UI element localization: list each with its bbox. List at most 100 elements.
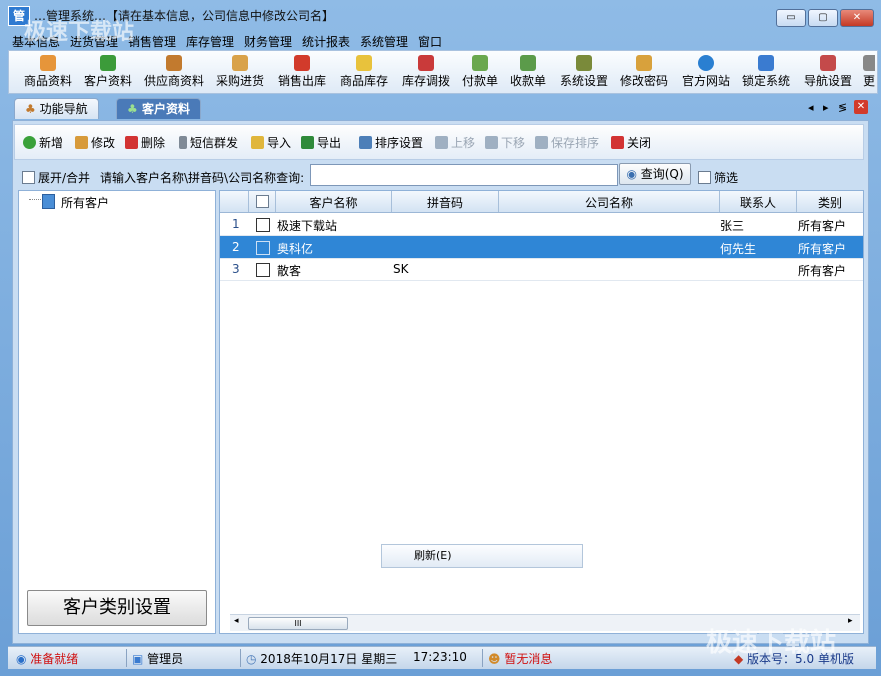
inventory-icon [356, 55, 372, 71]
row-number: 2 [232, 240, 240, 254]
row-checkbox[interactable] [256, 263, 270, 277]
toolbar-sales[interactable]: 销售出库 [277, 53, 327, 91]
toolbar-more[interactable]: 更 [863, 53, 875, 91]
context-menu-refresh[interactable]: 刷新(E) [414, 545, 452, 567]
cell-name: 散客 [277, 264, 302, 278]
tab-customer-info[interactable]: ♣ 客户资料 [116, 98, 201, 119]
customers-icon [100, 55, 116, 71]
select-all-checkbox[interactable] [256, 195, 269, 208]
save-sort-button[interactable]: 保存排序 [535, 134, 599, 151]
column-separator [248, 191, 249, 212]
move-down-button[interactable]: 下移 [485, 134, 525, 151]
truck-icon [232, 55, 248, 71]
query-button[interactable]: ◉ 查询(Q) [619, 163, 691, 185]
col-header-name[interactable]: 客户名称 [276, 194, 391, 211]
row-checkbox[interactable] [256, 218, 270, 232]
tab-prev-button[interactable]: ◂ [808, 101, 814, 114]
tab-close-button[interactable]: ✕ [854, 100, 868, 114]
filter-checkbox[interactable] [698, 171, 711, 184]
toolbar-transfer[interactable]: 库存调拨 [401, 53, 451, 91]
status-ready: ◉ 准备就绪 [16, 652, 79, 666]
status-separator [240, 649, 241, 667]
edit-icon [75, 136, 88, 149]
scroll-right-arrow[interactable]: ▸ [848, 616, 853, 626]
import-icon [251, 136, 264, 149]
sort-settings-icon [359, 136, 372, 149]
tab-bar: ♣ 功能导航 ♣ 客户资料 ◂ ▸ ≶ ✕ [8, 96, 876, 120]
toolbar-settings[interactable]: 系统设置 [559, 53, 609, 91]
expand-checkbox[interactable] [22, 171, 35, 184]
delete-button[interactable]: 删除 [125, 134, 165, 151]
toolbar-receipt[interactable]: 收款单 [509, 53, 547, 91]
row-checkbox[interactable] [256, 241, 270, 255]
menu-sales[interactable]: 销售管理 [128, 33, 176, 50]
status-separator [126, 649, 127, 667]
menu-inventory[interactable]: 库存管理 [186, 33, 234, 50]
menu-finance[interactable]: 财务管理 [244, 33, 292, 50]
category-settings-button[interactable]: 客户类别设置 [27, 590, 207, 626]
minimize-button[interactable]: ▭ [776, 9, 806, 27]
move-up-icon [435, 136, 448, 149]
grid-header: 客户名称 拼音码 公司名称 联系人 类别 [220, 191, 863, 213]
menu-window[interactable]: 窗口 [418, 33, 442, 50]
toolbar-purchase[interactable]: 采购进货 [215, 53, 265, 91]
col-header-contact[interactable]: 联系人 [720, 194, 796, 211]
tab-list-button[interactable]: ≶ [838, 101, 847, 114]
close-tab-button[interactable]: 关闭 [611, 134, 651, 151]
edit-button[interactable]: 修改 [75, 134, 115, 151]
key-icon [636, 55, 652, 71]
toolbar-payment[interactable]: 付款单 [461, 53, 499, 91]
status-messages[interactable]: ☻ 暂无消息 [488, 650, 552, 667]
save-sort-icon [535, 136, 548, 149]
toolbar-nav-settings[interactable]: 导航设置 [803, 53, 853, 91]
search-input[interactable] [310, 164, 618, 186]
filter-toggle[interactable]: 筛选 [698, 169, 738, 186]
table-row-selected[interactable]: 2 奥科亿 何先生 所有客户 [220, 236, 863, 259]
add-button[interactable]: 新增 [23, 134, 63, 151]
cell-name: 奥科亿 [277, 242, 314, 256]
tab-next-button[interactable]: ▸ [823, 101, 829, 114]
cell-contact: 张三 [720, 219, 745, 233]
menu-system[interactable]: 系统管理 [360, 33, 408, 50]
cell-category: 所有客户 [798, 219, 847, 233]
cell-category: 所有客户 [798, 242, 847, 256]
category-tree: 所有客户 客户类别设置 [18, 190, 216, 634]
tab-function-nav[interactable]: ♣ 功能导航 [14, 98, 99, 119]
delete-icon [125, 136, 138, 149]
cell-contact: 何先生 [720, 242, 757, 256]
user-icon: ▣ [132, 652, 148, 666]
toolbar-change-password[interactable]: 修改密码 [619, 53, 669, 91]
import-button[interactable]: 导入 [251, 134, 291, 151]
folder-icon [42, 194, 55, 209]
sms-icon [179, 136, 187, 149]
export-button[interactable]: 导出 [301, 134, 341, 151]
table-row[interactable]: 3 散客 SK 所有客户 [220, 258, 863, 281]
transfer-icon [418, 55, 434, 71]
col-header-company[interactable]: 公司名称 [499, 194, 719, 211]
maximize-button[interactable]: ▢ [808, 9, 838, 27]
message-icon: ☻ [488, 652, 505, 666]
sales-icon [294, 55, 310, 71]
scroll-left-arrow[interactable]: ◂ [234, 616, 239, 626]
move-up-button[interactable]: 上移 [435, 134, 475, 151]
toolbar-inventory[interactable]: 商品库存 [339, 53, 389, 91]
sort-settings-button[interactable]: 排序设置 [359, 134, 423, 151]
add-icon [23, 136, 36, 149]
toolbar-customers[interactable]: 客户资料 [83, 53, 133, 91]
sms-button[interactable]: 短信群发 [179, 134, 238, 151]
more-icon [863, 55, 875, 71]
menu-reports[interactable]: 统计报表 [302, 33, 350, 50]
toolbar-website[interactable]: 官方网站 [681, 53, 731, 91]
toolbar-goods[interactable]: 商品资料 [23, 53, 73, 91]
tree-item-all-customers[interactable]: 所有客户 [61, 194, 109, 211]
toolbar-suppliers[interactable]: 供应商资料 [143, 53, 205, 91]
toolbar-lock[interactable]: 锁定系统 [741, 53, 791, 91]
table-row[interactable]: 1 极速下载站 张三 所有客户 [220, 213, 863, 236]
cell-category: 所有客户 [798, 264, 847, 278]
expand-toggle[interactable]: 展开/合并 [22, 169, 90, 186]
col-header-pinyin[interactable]: 拼音码 [392, 194, 498, 211]
main-toolbar: 商品资料 客户资料 供应商资料 采购进货 销售出库 商品库存 库存调拨 付款单 … [8, 50, 878, 94]
scrollbar-thumb[interactable]: III [248, 617, 348, 630]
col-header-category[interactable]: 类别 [797, 194, 863, 211]
close-window-button[interactable]: ✕ [840, 9, 874, 27]
